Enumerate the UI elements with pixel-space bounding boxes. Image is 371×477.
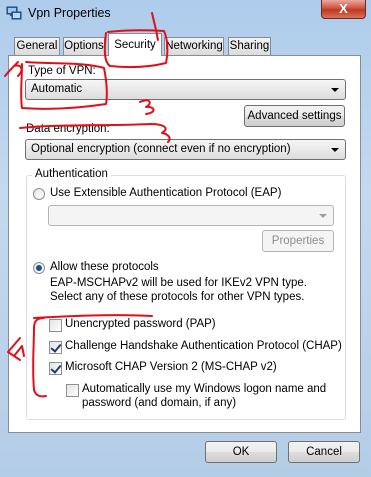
tab-label: Sharing [229, 40, 270, 52]
auto-logon-checkbox[interactable] [66, 384, 79, 397]
eap-method-select[interactable] [48, 205, 334, 226]
chevron-down-icon [319, 214, 327, 218]
vpn-type-select[interactable]: Automatic [25, 79, 346, 100]
pap-label: Unencrypted password (PAP) [65, 318, 216, 330]
network-connection-icon [6, 5, 22, 21]
ok-button[interactable]: OK [205, 441, 277, 463]
tab-label: Security [114, 39, 156, 51]
allow-protocols-label: Allow these protocols [50, 261, 159, 273]
tab-label: Networking [165, 40, 223, 52]
tab-label: General [16, 40, 58, 52]
encryption-value: Optional encryption (connect even if no … [31, 143, 291, 155]
close-icon: X [339, 1, 348, 16]
chap-label: Challenge Handshake Authentication Proto… [65, 340, 342, 352]
allow-protocols-radio[interactable] [33, 262, 45, 274]
vpn-properties-dialog: Vpn Properties X General Options Securit… [0, 0, 371, 477]
vpn-type-label: Type of VPN: [28, 65, 96, 77]
advanced-settings-button[interactable]: Advanced settings [244, 105, 345, 127]
mschapv2-checkbox[interactable] [49, 362, 62, 375]
eap-radio-label: Use Extensible Authentication Protocol (… [50, 187, 282, 199]
tab-options[interactable]: Options [63, 37, 105, 55]
properties-button[interactable]: Properties [262, 230, 334, 252]
pap-checkbox[interactable] [49, 319, 62, 332]
tab-networking[interactable]: Networking [164, 37, 224, 55]
tab-general[interactable]: General [14, 37, 60, 55]
protocols-note: EAP-MSCHAPv2 will be used for IKEv2 VPN … [50, 277, 307, 303]
chevron-down-icon [331, 148, 339, 152]
auto-logon-label: Automatically use my Windows logon name … [82, 383, 327, 409]
encryption-select[interactable]: Optional encryption (connect even if no … [25, 139, 346, 160]
mschapv2-label: Microsoft CHAP Version 2 (MS-CHAP v2) [65, 361, 277, 373]
tab-sharing[interactable]: Sharing [228, 37, 271, 55]
chevron-down-icon [331, 88, 339, 92]
window-title: Vpn Properties [28, 6, 111, 20]
encryption-label: Data encryption: [26, 123, 110, 135]
chap-checkbox[interactable] [49, 341, 62, 354]
close-button[interactable]: X [321, 0, 366, 19]
authentication-group-label: Authentication [32, 168, 111, 180]
eap-radio[interactable] [33, 188, 45, 200]
cancel-button[interactable]: Cancel [288, 441, 360, 463]
vpn-type-value: Automatic [31, 83, 83, 95]
tab-label: Options [64, 40, 104, 52]
title-bar: Vpn Properties X [0, 0, 371, 26]
tab-security[interactable]: Security [108, 33, 162, 56]
